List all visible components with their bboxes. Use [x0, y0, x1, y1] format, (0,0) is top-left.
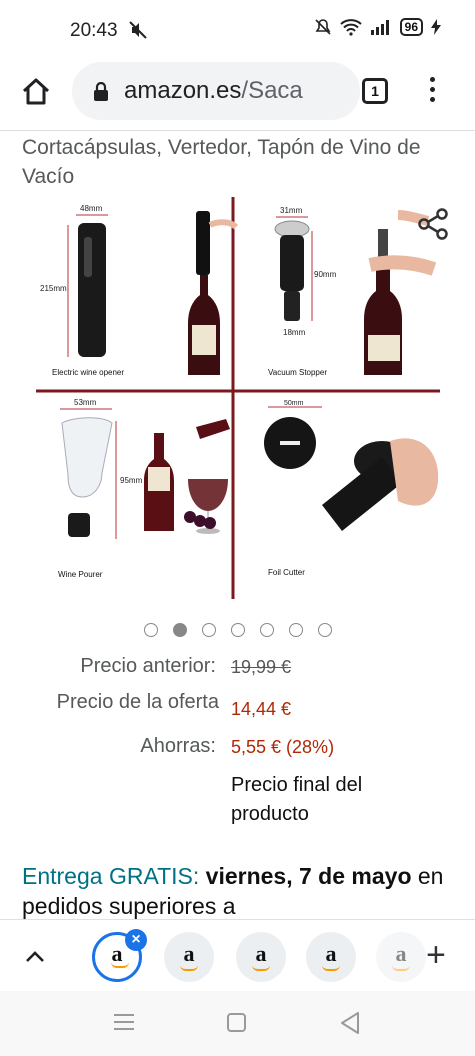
amazon-logo-icon: a — [183, 941, 195, 966]
chevron-up-icon[interactable] — [22, 944, 48, 970]
dim-18: 18mm — [283, 328, 306, 337]
offer-price-label: Precio de la oferta — [56, 691, 219, 713]
carousel-dot[interactable] — [288, 623, 303, 637]
dim-95: 95mm — [120, 476, 143, 485]
savings-value: 5,55 € (28%) — [231, 737, 335, 757]
amazon-logo-icon: a — [395, 941, 407, 966]
dim-215: 215mm — [40, 284, 67, 293]
tab-thumbnail[interactable]: a — [376, 932, 426, 982]
tab-strip: a × a a a a + — [0, 919, 475, 991]
carousel-dot[interactable] — [143, 623, 158, 637]
home-icon[interactable] — [20, 76, 52, 108]
tab-thumbnail[interactable]: a — [236, 932, 286, 982]
previous-price-value: 19,99 € — [231, 657, 292, 677]
address-bar[interactable]: amazon.es/Saca — [72, 62, 360, 120]
electric-opener-illustration: 48mm 215mm Electric wine opener — [40, 204, 239, 377]
offer-price-value: 14,44 € — [231, 699, 292, 719]
signal-icon — [370, 20, 389, 35]
delivery-date: viernes, 7 de mayo — [205, 863, 412, 889]
wine-pourer-illustration: 53mm 95mm Wine Pourer — [58, 398, 230, 579]
dim-50: 50mm — [284, 400, 304, 407]
dim-31: 31mm — [280, 206, 303, 215]
carousel-dot[interactable] — [201, 623, 216, 637]
final-price-note: Precio final del producto — [231, 774, 363, 825]
free-delivery-label[interactable]: Entrega GRATIS: — [22, 863, 199, 889]
dim-53: 53mm — [74, 398, 97, 407]
carousel-dot[interactable] — [317, 623, 332, 637]
wifi-icon — [339, 19, 362, 36]
product-title: Cortacápsulas, Vertedor, Tapón de Vino d… — [22, 136, 421, 188]
dim-90: 90mm — [314, 270, 337, 279]
amazon-logo-icon: a — [325, 941, 337, 966]
url-host: amazon.es — [124, 77, 242, 104]
tab-thumbnail[interactable]: a — [164, 932, 214, 982]
more-menu-icon[interactable] — [422, 74, 442, 108]
lock-icon — [94, 82, 108, 101]
share-icon[interactable] — [416, 207, 450, 241]
carousel-dot-active[interactable] — [172, 623, 187, 637]
savings-label: Ahorras: — [140, 735, 216, 757]
close-tab-icon[interactable]: × — [125, 929, 147, 951]
url-text: amazon.es/Saca — [124, 77, 303, 105]
browser-toolbar: amazon.es/Saca 1 — [0, 58, 475, 130]
tab-switcher-button[interactable]: 1 — [362, 78, 388, 104]
mute-icon — [129, 21, 147, 39]
label-vacuum: Vacuum Stopper — [268, 368, 327, 377]
new-tab-icon[interactable]: + — [426, 938, 446, 972]
product-image[interactable]: 48mm 215mm Electric wine opener 31mm 90m… — [0, 195, 475, 615]
vacuum-stopper-illustration: 31mm 90mm 18mm Vacuum Stopper — [268, 206, 437, 377]
carousel-dot[interactable] — [230, 623, 245, 637]
tab-thumbnail[interactable]: a — [306, 932, 356, 982]
back-icon[interactable] — [341, 1012, 359, 1034]
status-bar: 20:43 96 — [0, 0, 475, 58]
foil-cutter-illustration: 50mm Foil Cutter — [264, 400, 439, 577]
system-nav-bar — [0, 991, 475, 1056]
nav-home-icon[interactable] — [227, 1013, 246, 1032]
label-foil: Foil Cutter — [268, 568, 305, 577]
amazon-logo-icon: a — [255, 941, 267, 966]
label-pourer: Wine Pourer — [58, 570, 103, 579]
dim-48: 48mm — [80, 204, 103, 213]
tab-thumbnail-active[interactable]: a × — [92, 929, 147, 982]
previous-price-label: Precio anterior: — [80, 655, 216, 677]
page-content: Cortacápsulas, Vertedor, Tapón de Vino d… — [0, 131, 475, 919]
url-path: /Saca — [241, 77, 303, 104]
battery-level: 96 — [399, 18, 423, 36]
status-icons: 96 — [314, 18, 441, 36]
status-time: 20:43 — [70, 20, 118, 41]
delivery-info: Entrega GRATIS: viernes, 7 de mayo en pe… — [22, 861, 462, 919]
carousel-dots — [0, 623, 475, 639]
charging-icon — [431, 19, 441, 35]
silent-bell-icon — [315, 19, 331, 35]
label-electric: Electric wine opener — [52, 368, 124, 377]
carousel-dot[interactable] — [259, 623, 274, 637]
recents-icon[interactable] — [114, 1014, 134, 1030]
